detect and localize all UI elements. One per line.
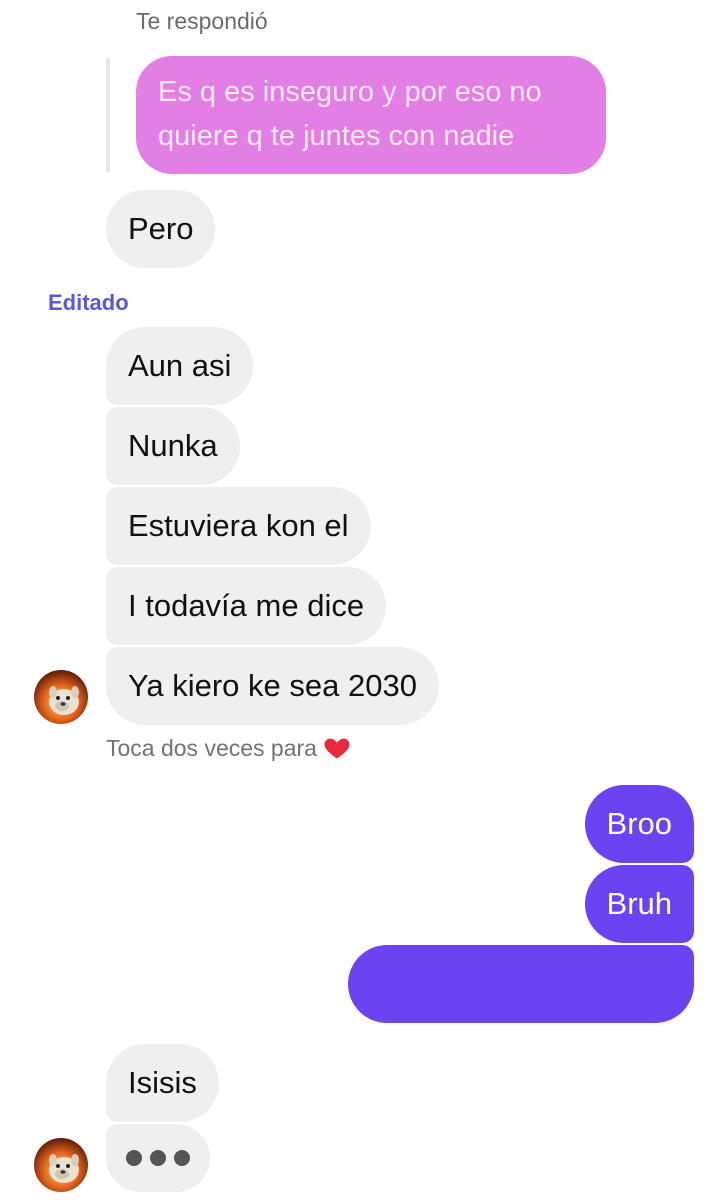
double-tap-hint-text: Toca dos veces para: [106, 734, 317, 761]
incoming-message-bubble[interactable]: Isisis: [106, 1044, 219, 1122]
typing-indicator: [106, 1124, 210, 1192]
incoming-message-bubble[interactable]: Estuviera kon el: [106, 487, 371, 565]
incoming-message-bubble[interactable]: Nunka: [106, 407, 240, 485]
outgoing-message-bubble-redacted[interactable]: [348, 945, 694, 1023]
incoming-message-bubble[interactable]: I todavía me dice: [106, 567, 387, 645]
reply-indicator-bar: [106, 58, 110, 172]
incoming-message-bubble[interactable]: Ya kiero ke sea 2030: [106, 647, 439, 725]
edited-label: Editado: [48, 290, 129, 315]
avatar-image: [34, 1138, 88, 1192]
outgoing-message-bubble[interactable]: Broo: [584, 785, 694, 863]
incoming-message-bubble[interactable]: Aun asi: [106, 327, 254, 405]
typing-dot: [150, 1150, 166, 1166]
typing-dot: [126, 1150, 142, 1166]
reply-label: Te respondió: [136, 8, 268, 34]
avatar-image: [34, 670, 88, 724]
typing-dot: [174, 1150, 190, 1166]
double-tap-hint: Toca dos veces para: [106, 734, 351, 762]
sender-avatar[interactable]: [34, 1138, 88, 1192]
sender-avatar[interactable]: [34, 670, 88, 724]
incoming-message-bubble[interactable]: Pero: [106, 190, 216, 268]
quoted-message-bubble[interactable]: Es q es inseguro y por eso no quiere q t…: [136, 56, 606, 174]
outgoing-message-bubble[interactable]: Bruh: [584, 865, 694, 943]
heart-icon[interactable]: [323, 734, 351, 762]
